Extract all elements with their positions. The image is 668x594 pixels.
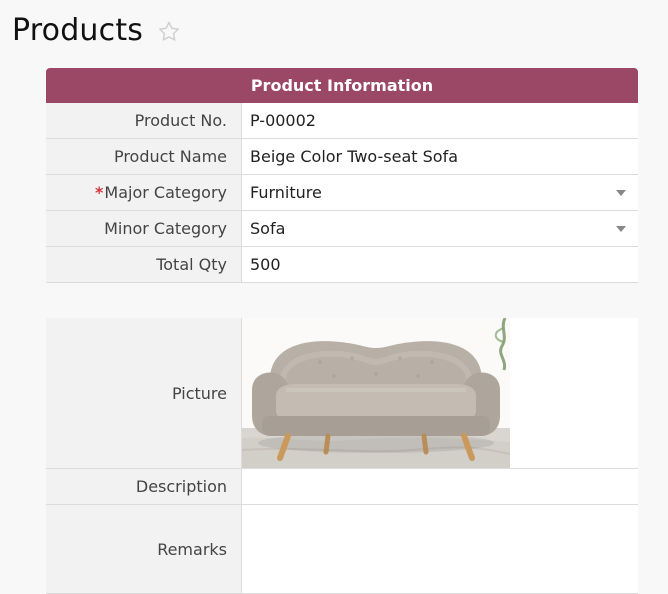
product-information-header: Product Information [46, 68, 638, 103]
field-row-product-no: Product No. P-00002 [46, 103, 638, 139]
product-form: Product Information Product No. P-00002 … [46, 68, 638, 594]
product-name-label: Product Name [113, 147, 227, 166]
field-label: Picture [46, 318, 242, 468]
minor-category-label: Minor Category [104, 219, 227, 238]
major-category-value: Furniture [250, 183, 322, 202]
remarks-label: Remarks [157, 539, 227, 559]
field-label: Product No. [46, 103, 242, 138]
major-category-select[interactable]: Furniture [242, 175, 638, 210]
field-row-major-category: * Major Category Furniture [46, 175, 638, 211]
field-label: Total Qty [46, 247, 242, 282]
remarks-field[interactable] [242, 505, 638, 593]
field-row-remarks: Remarks [46, 505, 638, 594]
product-no-field[interactable]: P-00002 [242, 103, 638, 138]
picture-label: Picture [171, 383, 227, 403]
caret-down-icon[interactable] [616, 225, 626, 232]
favorite-star-icon[interactable] [155, 18, 183, 46]
product-no-value: P-00002 [250, 111, 316, 130]
field-label: Product Name [46, 139, 242, 174]
major-category-label: Major Category [104, 183, 227, 202]
section-spacer [46, 283, 638, 318]
minor-category-select[interactable]: Sofa [242, 211, 638, 246]
description-label: Description [135, 477, 227, 496]
total-qty-value: 500 [250, 255, 281, 274]
field-row-product-name: Product Name Beige Color Two-seat Sofa [46, 139, 638, 175]
product-name-field[interactable]: Beige Color Two-seat Sofa [242, 139, 638, 174]
field-row-description: Description [46, 469, 638, 505]
field-row-minor-category: Minor Category Sofa [46, 211, 638, 247]
field-label: Description [46, 469, 242, 504]
product-name-value: Beige Color Two-seat Sofa [250, 147, 459, 166]
product-picture[interactable] [242, 318, 510, 468]
description-field[interactable] [242, 469, 638, 504]
page-title: Products [12, 12, 144, 48]
field-label: Minor Category [46, 211, 242, 246]
field-label: * Major Category [46, 175, 242, 210]
section-title: Product Information [250, 76, 434, 95]
total-qty-label: Total Qty [156, 255, 227, 274]
product-no-label: Product No. [134, 111, 227, 130]
caret-down-icon[interactable] [616, 189, 626, 196]
required-marker: * [95, 183, 104, 202]
page-header: Products [12, 10, 183, 50]
minor-category-value: Sofa [250, 219, 286, 238]
field-row-picture: Picture [46, 318, 638, 469]
picture-field[interactable] [242, 318, 638, 468]
field-label: Remarks [46, 505, 242, 593]
field-row-total-qty: Total Qty 500 [46, 247, 638, 283]
total-qty-field[interactable]: 500 [242, 247, 638, 282]
